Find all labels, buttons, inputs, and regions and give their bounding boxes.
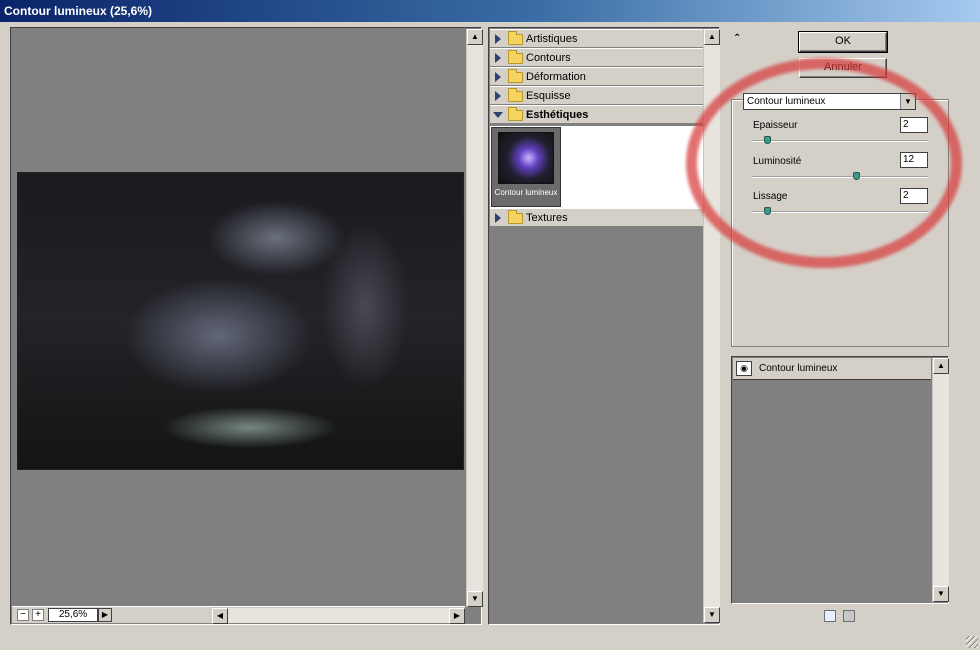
filter-category-textures[interactable]: Textures — [490, 208, 703, 227]
filter-category-esquisse[interactable]: Esquisse — [490, 86, 703, 105]
filter-category-deformation[interactable]: Déformation — [490, 67, 703, 86]
eye-visibility-icon[interactable]: ◉ — [736, 361, 752, 376]
filter-category-esthetiques[interactable]: Esthétiques — [490, 105, 703, 124]
filter-gallery: Artistiques Contours Déformation Esquiss… — [488, 27, 720, 625]
folder-icon — [508, 210, 523, 224]
zoom-in-button[interactable]: + — [32, 609, 44, 621]
filter-category-label: Esquisse — [526, 90, 571, 102]
folder-open-icon — [508, 107, 523, 121]
preview-area[interactable] — [12, 29, 465, 607]
zoom-bar: − + 25,6% ▶ ◀ ▶ — [12, 606, 465, 624]
zoom-out-button[interactable]: − — [17, 609, 29, 621]
new-effect-layer-icon[interactable] — [824, 610, 836, 622]
highlight-annotation-ring — [686, 58, 962, 268]
expand-triangle-icon[interactable] — [495, 34, 501, 44]
filter-thumbnail-label: Contour lumineux — [494, 188, 558, 197]
scroll-down-arrow-icon[interactable]: ▼ — [704, 607, 720, 623]
folder-icon — [508, 69, 523, 83]
expand-triangle-icon[interactable] — [495, 213, 501, 223]
effect-layer-row[interactable]: ◉ Contour lumineux — [733, 358, 931, 380]
filter-category-label: Esthétiques — [526, 109, 589, 121]
scroll-left-arrow-icon[interactable]: ◀ — [212, 608, 228, 624]
scroll-down-arrow-icon[interactable]: ▼ — [933, 586, 949, 602]
resize-grip-icon[interactable] — [966, 636, 978, 648]
trash-icon[interactable] — [843, 610, 855, 622]
filter-category-label: Contours — [526, 52, 571, 64]
expand-triangle-icon[interactable] — [495, 91, 501, 101]
scroll-up-arrow-icon[interactable]: ▲ — [467, 29, 483, 45]
apple-thumbnail-icon — [498, 132, 554, 184]
expand-triangle-icon[interactable] — [495, 72, 501, 82]
effect-layers-panel: ◉ Contour lumineux ▲ ▼ — [731, 356, 949, 604]
filter-thumbnail-contour-lumineux[interactable]: Contour lumineux — [491, 127, 561, 207]
zoom-level-field[interactable]: 25,6% — [48, 608, 98, 622]
collapse-gallery-icon[interactable]: ⌃ — [733, 33, 741, 44]
expand-triangle-icon[interactable] — [495, 53, 501, 63]
ok-button[interactable]: OK — [798, 31, 888, 53]
layers-scrollbar[interactable]: ▲ ▼ — [932, 358, 949, 602]
window-title: Contour lumineux (25,6%) — [4, 4, 153, 18]
zoom-dropdown-arrow-icon[interactable]: ▶ — [98, 608, 112, 622]
folder-icon — [508, 88, 523, 102]
filter-category-label: Déformation — [526, 71, 586, 83]
filter-category-artistiques[interactable]: Artistiques — [490, 29, 703, 48]
scroll-down-arrow-icon[interactable]: ▼ — [467, 591, 483, 607]
collapse-triangle-icon[interactable] — [493, 112, 503, 118]
filter-category-label: Textures — [526, 212, 568, 224]
preview-horizontal-scrollbar[interactable]: ◀ ▶ — [212, 607, 465, 624]
preview-vertical-scrollbar[interactable]: ▲ ▼ — [466, 29, 483, 607]
window-titlebar: Contour lumineux (25,6%) — [0, 0, 980, 22]
scroll-right-arrow-icon[interactable]: ▶ — [449, 608, 465, 624]
filter-category-contours[interactable]: Contours — [490, 48, 703, 67]
scroll-up-arrow-icon[interactable]: ▲ — [704, 29, 720, 45]
preview-image — [17, 172, 464, 470]
effect-layer-label: Contour lumineux — [759, 363, 838, 374]
preview-pane: ▲ ▼ − + 25,6% ▶ ◀ ▶ — [10, 27, 483, 625]
scroll-up-arrow-icon[interactable]: ▲ — [933, 358, 949, 374]
filter-thumbnails: Contour lumineux — [490, 126, 703, 208]
folder-icon — [508, 50, 523, 64]
filter-category-label: Artistiques — [526, 33, 578, 45]
folder-icon — [508, 31, 523, 45]
